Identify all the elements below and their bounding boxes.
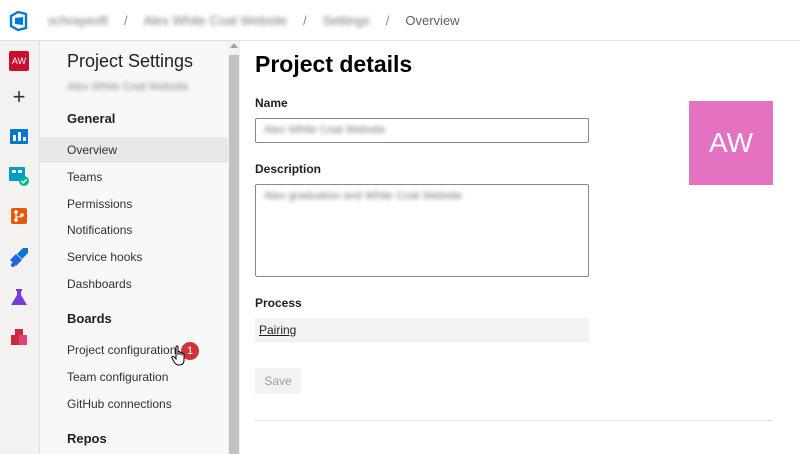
test-plans-icon[interactable] (8, 286, 30, 308)
scroll-up-icon[interactable] (230, 43, 238, 48)
page-title: Project details (255, 51, 413, 77)
process-label: Process (255, 296, 302, 310)
sidebar-item-team-configuration[interactable]: Team configuration (40, 364, 228, 390)
overview-icon[interactable] (8, 125, 30, 147)
sidebar-title: Project Settings (67, 51, 194, 71)
description-value: Alex graduation and White Coat Website (264, 190, 462, 202)
section-repos: Repos (67, 431, 107, 446)
sidebar-item-notifications[interactable]: Notifications (40, 217, 228, 243)
rail-project-avatar[interactable]: AW (8, 50, 30, 72)
sidebar-item-service-hooks[interactable]: Service hooks (40, 244, 228, 270)
name-field[interactable]: Alex White Coat Website (255, 118, 589, 143)
navigation-rail: AW + (0, 41, 40, 454)
sidebar-scrollbar[interactable] (228, 41, 240, 454)
section-general: General (67, 111, 116, 126)
boards-icon[interactable] (8, 165, 30, 187)
breadcrumb-settings[interactable]: Settings (323, 13, 370, 28)
sidebar-project-name: Alex White Coat Website (67, 81, 189, 93)
breadcrumb-project[interactable]: Alex White Coat Website (144, 13, 288, 28)
hand-cursor-icon (171, 345, 185, 366)
sidebar-item-overview[interactable]: Overview (40, 137, 228, 163)
breadcrumb-org[interactable]: schrayeoft (48, 13, 108, 28)
name-value: Alex White Coat Website (264, 124, 386, 136)
azure-devops-logo-icon[interactable] (8, 10, 30, 32)
save-button[interactable]: Save (255, 368, 301, 394)
sidebar-item-permissions[interactable]: Permissions (40, 191, 228, 217)
artifacts-icon[interactable] (8, 326, 30, 348)
main-content: Project details Name Alex White Coat Web… (240, 41, 800, 454)
project-settings-sidebar: Project Settings Alex White Coat Website… (40, 41, 228, 454)
scrollbar-thumb[interactable] (229, 55, 239, 454)
breadcrumb-separator: / (385, 13, 390, 28)
section-divider (255, 420, 773, 421)
sidebar-item-github-connections[interactable]: GitHub connections (40, 391, 228, 417)
top-bar: schrayeoft / Alex White Coat Website / S… (0, 0, 800, 41)
description-field[interactable]: Alex graduation and White Coat Website (255, 184, 589, 277)
breadcrumb-separator: / (123, 13, 128, 28)
add-icon[interactable]: + (8, 84, 30, 109)
breadcrumb-separator: / (303, 13, 307, 28)
section-boards: Boards (67, 311, 112, 326)
name-label: Name (255, 96, 288, 110)
pipelines-icon[interactable] (8, 246, 30, 268)
process-link[interactable]: Pairing (255, 318, 589, 342)
breadcrumb-current: Overview (405, 13, 460, 28)
repos-icon[interactable] (8, 205, 30, 227)
description-label: Description (255, 162, 322, 176)
sidebar-item-teams[interactable]: Teams (40, 164, 228, 190)
avatar: AW (9, 51, 29, 71)
breadcrumb: schrayeoft / Alex White Coat Website / S… (48, 13, 460, 28)
sidebar-item-dashboards[interactable]: Dashboards (40, 271, 228, 297)
project-avatar[interactable]: AW (689, 101, 773, 185)
